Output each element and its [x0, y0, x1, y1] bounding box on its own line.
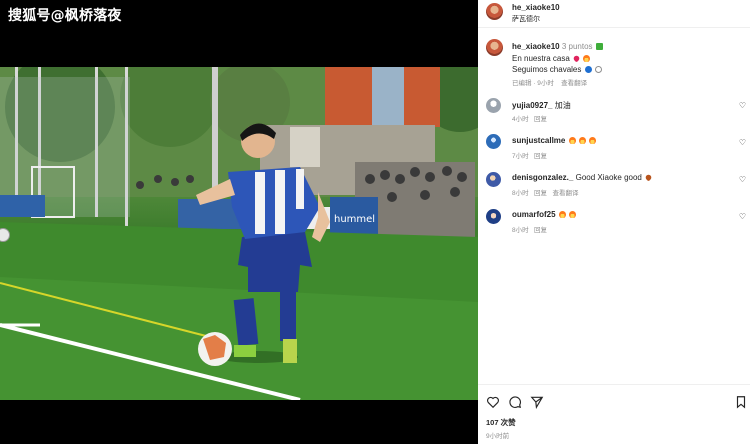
- comment-icon[interactable]: [508, 395, 522, 409]
- like-count[interactable]: 107 次赞: [486, 417, 516, 428]
- white-circle-emoji-icon: [594, 66, 602, 73]
- caption-line2: En nuestra casa: [512, 54, 570, 63]
- comment-reply-link[interactable]: 回复: [534, 116, 547, 123]
- svg-text:hummel: hummel: [334, 214, 375, 225]
- comment-time: 8小时: [512, 227, 529, 234]
- author-username[interactable]: he_xiaoke10: [512, 3, 560, 12]
- comment-username[interactable]: sunjustcallme: [512, 136, 565, 145]
- blue-circle-emoji-icon: [584, 66, 592, 73]
- share-icon[interactable]: [530, 395, 544, 409]
- save-icon[interactable]: [734, 395, 748, 409]
- post-panel: he_xiaoke10 萨瓦德尔 he_xiaoke10 3 puntos En…: [478, 0, 750, 444]
- comment-like-icon[interactable]: ♡: [739, 212, 746, 221]
- comment-reply-link[interactable]: 回复: [534, 153, 547, 160]
- comment-time: 7小时: [512, 153, 529, 160]
- comment-like-icon[interactable]: ♡: [739, 138, 746, 147]
- caption-time: 已编辑 · 9小时: [512, 80, 554, 87]
- post-header: he_xiaoke10 萨瓦德尔: [478, 0, 750, 28]
- fire-emoji-icon: [569, 211, 577, 218]
- comment-time: 8小时: [512, 190, 529, 197]
- like-icon[interactable]: [486, 395, 500, 409]
- comment-text: Good Xiaoke good: [575, 173, 642, 182]
- fire-emoji-icon: [578, 137, 586, 144]
- check-emoji-icon: [595, 43, 603, 50]
- fire-emoji-icon: [568, 137, 576, 144]
- heart-emoji-icon: [644, 173, 653, 182]
- caption-line1: 3 puntos: [561, 42, 593, 51]
- caption-username[interactable]: he_xiaoke10: [512, 42, 560, 51]
- post-location[interactable]: 萨瓦德尔: [512, 14, 540, 24]
- comment-username[interactable]: denisgonzalez._: [512, 173, 573, 182]
- fire-emoji-icon: [589, 137, 597, 144]
- comment-translate-link[interactable]: 查看翻译: [552, 190, 578, 197]
- fire-emoji-icon: [558, 211, 566, 218]
- comment-avatar[interactable]: [486, 98, 501, 113]
- caption-line3: Seguimos chavales: [512, 65, 582, 74]
- watermark: 搜狐号@枫桥落夜: [8, 8, 122, 24]
- caption-avatar[interactable]: [486, 39, 503, 56]
- fire-emoji-icon: [583, 55, 591, 62]
- comment-avatar[interactable]: [486, 209, 501, 224]
- author-avatar[interactable]: [486, 3, 503, 20]
- comment-avatar[interactable]: [486, 172, 501, 187]
- post-photo[interactable]: hummel: [0, 67, 478, 400]
- comment-like-icon[interactable]: ♡: [739, 175, 746, 184]
- comment-time: 4小时: [512, 116, 529, 123]
- comment-username[interactable]: oumarfof25: [512, 210, 556, 219]
- caption-translate-link[interactable]: 查看翻译: [561, 80, 587, 87]
- heart-emoji-icon: [572, 54, 581, 63]
- comment-username[interactable]: yujia0927_: [512, 101, 552, 110]
- comment-like-icon[interactable]: ♡: [739, 101, 746, 110]
- comment-reply-link[interactable]: 回复: [534, 190, 547, 197]
- action-bar: 107 次赞 9小时前: [478, 384, 750, 444]
- media-viewer: 搜狐号@枫桥落夜 hummel: [0, 0, 478, 444]
- comment-avatar[interactable]: [486, 134, 501, 149]
- football-scene: hummel: [0, 67, 478, 400]
- comment-text: 加油: [554, 101, 571, 110]
- comment-reply-link[interactable]: 回复: [534, 227, 547, 234]
- post-time: 9小时前: [486, 433, 510, 440]
